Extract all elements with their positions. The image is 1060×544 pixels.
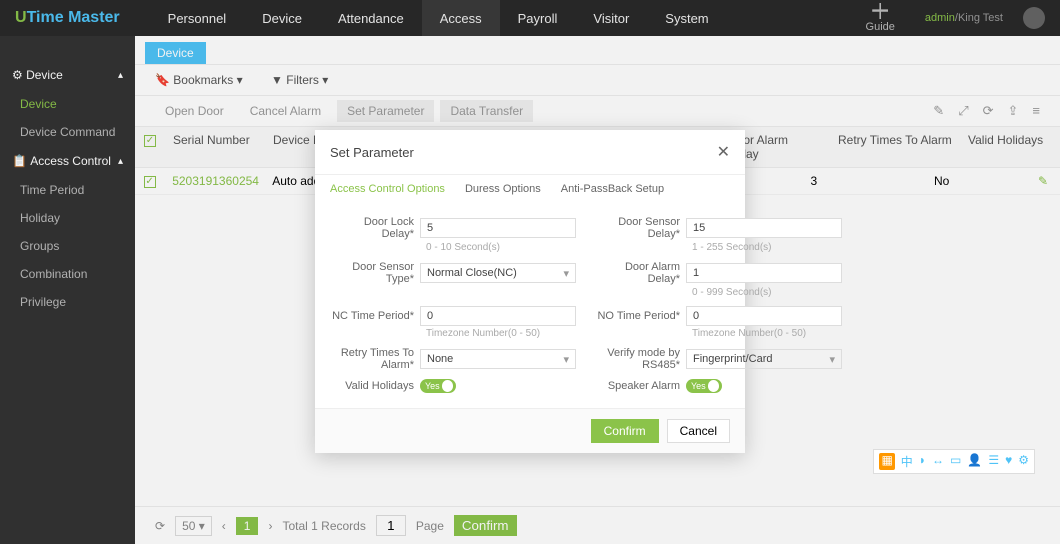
label-door-sensor-type: Door Sensor Type* — [330, 261, 420, 285]
hint-nc-time-period: Timezone Number(0 - 50) — [426, 328, 576, 339]
door-alarm-delay-input[interactable] — [686, 263, 842, 283]
tool-icon-8[interactable]: ♥ — [1005, 453, 1012, 470]
hint-no-time-period: Timezone Number(0 - 50) — [692, 328, 842, 339]
label-door-lock-delay: Door Lock Delay* — [330, 216, 420, 240]
float-toolbar: ▦ 中 ◗ ↔ ▭ 👤 ☰ ♥ ⚙ — [873, 449, 1035, 474]
verify-mode-select[interactable]: Fingerprint/Card — [686, 349, 842, 369]
retry-times-alarm-select[interactable]: None — [420, 349, 576, 369]
no-time-period-input[interactable] — [686, 306, 842, 326]
close-icon[interactable]: ✕ — [717, 142, 730, 162]
label-door-sensor-delay: Door Sensor Delay* — [596, 216, 686, 240]
tool-icon-4[interactable]: ↔ — [932, 453, 944, 470]
tab-anti-passback[interactable]: Anti-PassBack Setup — [561, 183, 664, 201]
cancel-button[interactable]: Cancel — [667, 419, 730, 443]
valid-holidays-toggle[interactable]: Yes — [420, 379, 456, 393]
label-retry-times-alarm: Retry Times To Alarm* — [330, 347, 420, 371]
hint-door-lock-delay: 0 - 10 Second(s) — [426, 242, 576, 253]
tool-icon-3[interactable]: ◗ — [919, 453, 926, 470]
door-sensor-type-select[interactable]: Normal Close(NC) — [420, 263, 576, 283]
set-parameter-modal: Set Parameter ✕ Access Control Options D… — [315, 130, 745, 453]
nc-time-period-input[interactable] — [420, 306, 576, 326]
tool-icon-6[interactable]: 👤 — [967, 453, 982, 470]
speaker-alarm-toggle[interactable]: Yes — [686, 379, 722, 393]
door-lock-delay-input[interactable] — [420, 218, 576, 238]
label-speaker-alarm: Speaker Alarm — [596, 380, 686, 392]
label-no-time-period: NO Time Period* — [596, 310, 686, 322]
door-sensor-delay-input[interactable] — [686, 218, 842, 238]
tool-icon-1[interactable]: ▦ — [879, 453, 894, 470]
hint-door-sensor-delay: 1 - 255 Second(s) — [692, 242, 842, 253]
label-valid-holidays: Valid Holidays — [330, 380, 420, 392]
tab-access-control-options[interactable]: Access Control Options — [330, 183, 445, 201]
tool-icon-2[interactable]: 中 — [901, 453, 913, 470]
tab-duress-options[interactable]: Duress Options — [465, 183, 541, 201]
hint-door-alarm-delay: 0 - 999 Second(s) — [692, 287, 842, 298]
tool-icon-9[interactable]: ⚙ — [1018, 453, 1029, 470]
confirm-button[interactable]: Confirm — [591, 419, 659, 443]
label-door-alarm-delay: Door Alarm Delay* — [596, 261, 686, 285]
label-nc-time-period: NC Time Period* — [330, 310, 420, 322]
modal-title: Set Parameter — [330, 145, 414, 160]
tool-icon-5[interactable]: ▭ — [950, 453, 961, 470]
label-verify-mode: Verify mode by RS485* — [596, 347, 686, 371]
tool-icon-7[interactable]: ☰ — [988, 453, 999, 470]
